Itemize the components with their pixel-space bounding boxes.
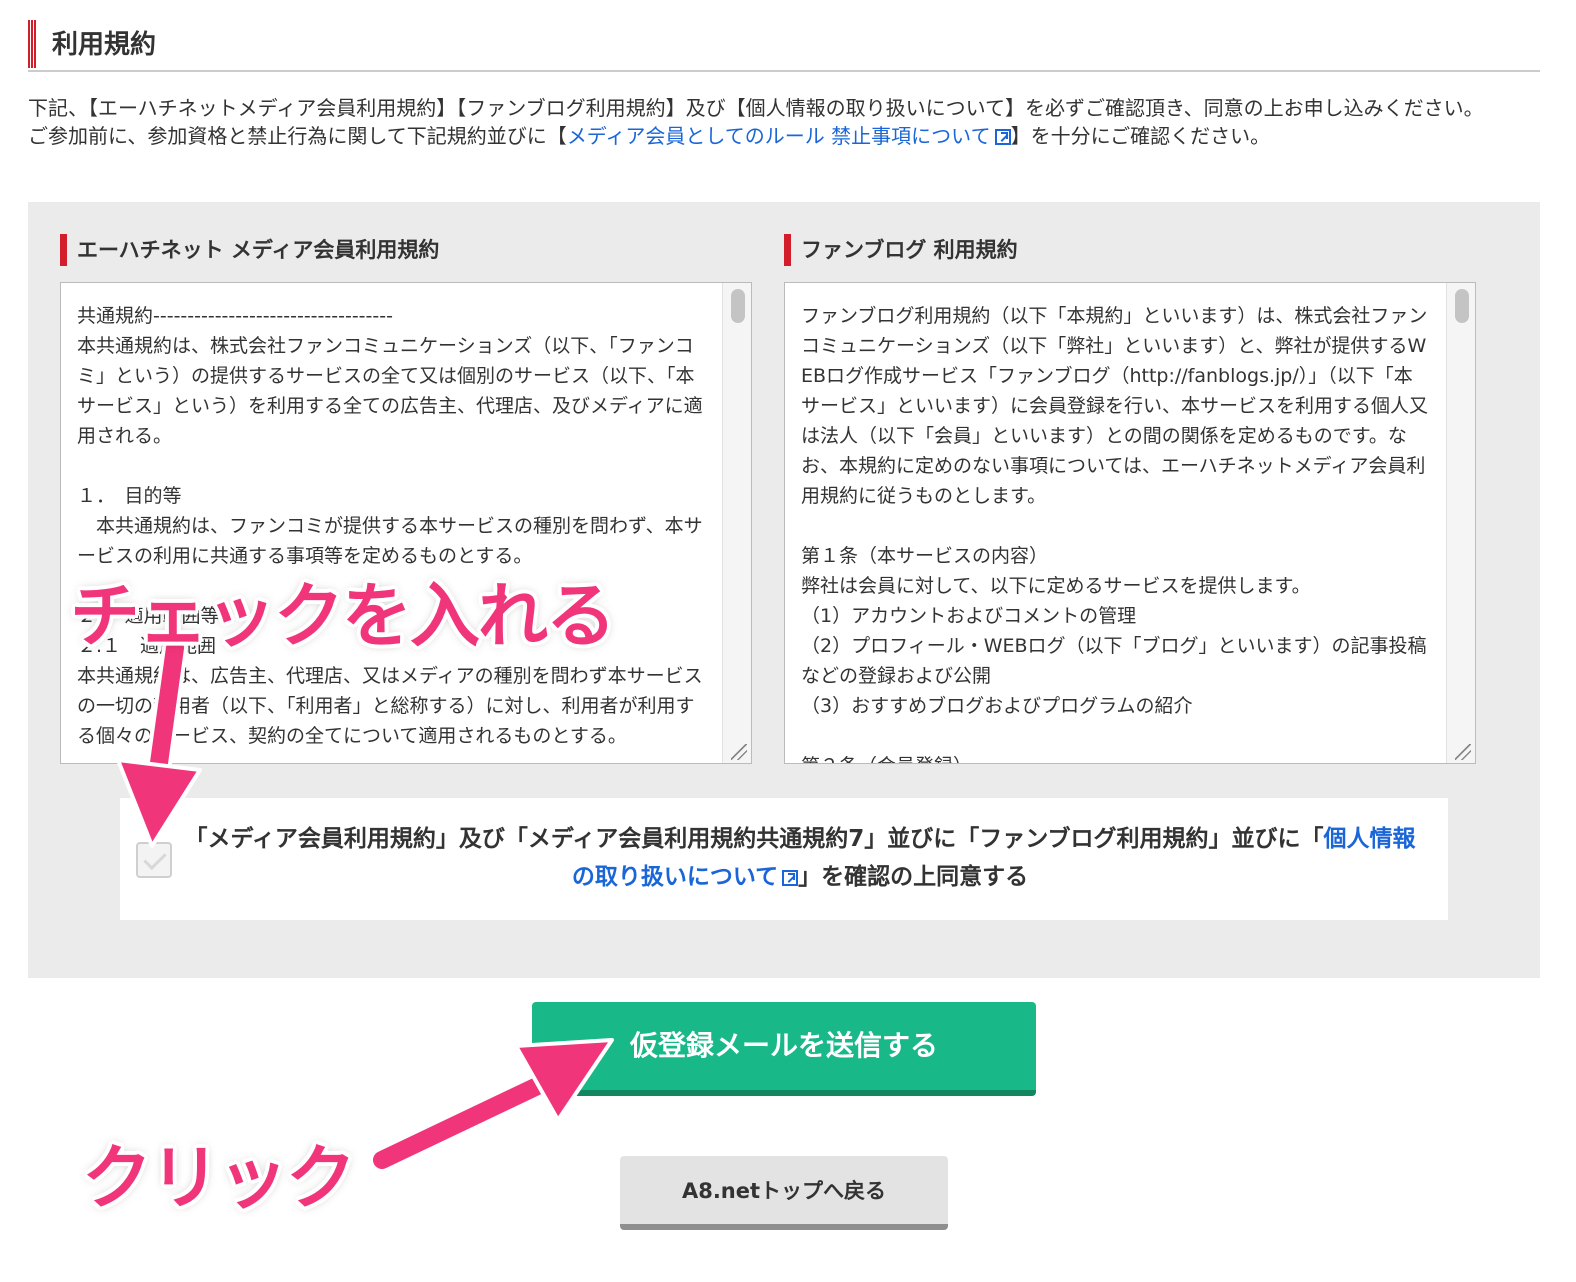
page-title: 利用規約 bbox=[52, 30, 157, 60]
intro-line-2-pre: ご参加前に、参加資格と禁止行為に関して下記規約並びに【 bbox=[28, 124, 567, 148]
media-terms-scrollbar[interactable] bbox=[722, 283, 751, 763]
media-terms-heading: エーハチネット メディア会員利用規約 bbox=[60, 234, 439, 266]
media-terms-scroll-thumb[interactable] bbox=[731, 289, 745, 323]
external-link-icon bbox=[782, 870, 799, 886]
media-terms-textarea[interactable]: 共通規約----------------------------------- … bbox=[60, 282, 752, 764]
title-accent-bar bbox=[28, 20, 37, 68]
agreement-box: 「メディア会員利用規約」及び「メディア会員利用規約共通規約7」並びに「ファンブロ… bbox=[120, 798, 1448, 920]
intro-line-2: ご参加前に、参加資格と禁止行為に関して下記規約並びに【メディア会員としてのルール… bbox=[28, 122, 1543, 150]
send-provisional-registration-button[interactable]: 仮登録メールを送信する bbox=[532, 1002, 1036, 1096]
media-terms-text: 共通規約----------------------------------- … bbox=[77, 305, 703, 747]
agree-checkbox[interactable] bbox=[136, 842, 172, 878]
fanblog-terms-scrollbar[interactable] bbox=[1446, 283, 1475, 763]
intro-text: 下記、【エーハチネットメディア会員利用規約】【ファンブログ利用規約】及び【個人情… bbox=[28, 94, 1543, 150]
agreement-label[interactable]: 「メディア会員利用規約」及び「メディア会員利用規約共通規約7」並びに「ファンブロ… bbox=[180, 820, 1420, 896]
resize-grip-icon[interactable] bbox=[731, 744, 747, 760]
click-instruction-label: クリック bbox=[82, 1137, 356, 1219]
resize-grip-icon[interactable] bbox=[1455, 744, 1471, 760]
intro-line-1: 下記、【エーハチネットメディア会員利用規約】【ファンブログ利用規約】及び【個人情… bbox=[28, 96, 1484, 120]
section-header: 利用規約 bbox=[28, 18, 1540, 72]
media-rules-link[interactable]: メディア会員としてのルール 禁止事項について bbox=[567, 124, 1011, 148]
agreement-text-post: 」を確認の上同意する bbox=[798, 864, 1029, 890]
fanblog-terms-textarea[interactable]: ファンブログ利用規約（以下「本規約」といいます）は、株式会社ファンコミュニケーシ… bbox=[784, 282, 1476, 764]
fanblog-terms-scroll-thumb[interactable] bbox=[1455, 289, 1469, 323]
check-instruction-label: チェックを入れる bbox=[70, 575, 616, 657]
back-to-top-button[interactable]: A8.netトップへ戻る bbox=[620, 1156, 948, 1230]
intro-line-2-post: 】を十分にご確認ください。 bbox=[1010, 124, 1271, 148]
fanblog-terms-text: ファンブログ利用規約（以下「本規約」といいます）は、株式会社ファンコミュニケーシ… bbox=[801, 305, 1429, 763]
agreement-text-pre: 「メディア会員利用規約」及び「メディア会員利用規約共通規約7」並びに「ファンブロ… bbox=[184, 826, 1324, 852]
external-link-icon bbox=[994, 129, 1011, 145]
fanblog-terms-heading: ファンブログ 利用規約 bbox=[784, 234, 1018, 266]
media-rules-link-label: メディア会員としてのルール 禁止事項について bbox=[566, 124, 991, 148]
